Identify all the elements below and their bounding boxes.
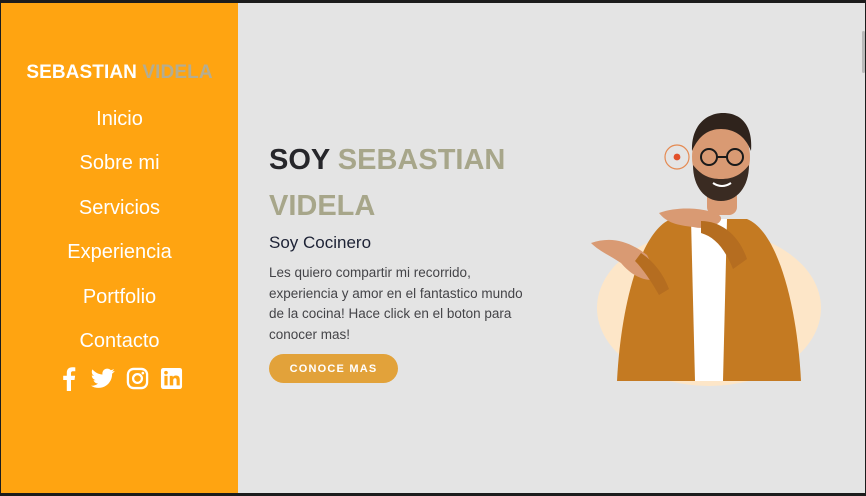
hero-description: Les quiero compartir mi recorrido, exper… (269, 265, 523, 342)
page: SEBASTIAN VIDELA Inicio Sobre mi Servici… (1, 3, 865, 493)
facebook-icon[interactable] (57, 365, 81, 391)
brand-first-name: SEBASTIAN (26, 62, 138, 83)
conoce-mas-button[interactable]: CONOCE MAS (269, 354, 398, 383)
nav-item-contacto[interactable]: Contacto (1, 323, 238, 367)
sidebar: SEBASTIAN VIDELA Inicio Sobre mi Servici… (1, 3, 238, 493)
brand-logo[interactable]: SEBASTIAN VIDELA (1, 62, 238, 84)
hero-subtitle: Soy Cocinero (269, 233, 372, 252)
instagram-icon[interactable] (125, 365, 149, 391)
hero-title: SOY SEBASTIAN VIDELA (269, 137, 559, 229)
nav-item-sobre-mi[interactable]: Sobre mi (1, 145, 238, 189)
nav-item-portfolio[interactable]: Portfolio (1, 279, 238, 323)
scrollbar-thumb[interactable] (862, 31, 865, 73)
chef-illustration (591, 113, 821, 386)
nav-item-servicios[interactable]: Servicios (1, 190, 238, 234)
twitter-icon[interactable] (91, 365, 115, 391)
brand-last-name: VIDELA (142, 62, 213, 83)
main-nav: Inicio Sobre mi Servicios Experiencia Po… (1, 101, 238, 367)
nav-item-inicio[interactable]: Inicio (1, 101, 238, 145)
hero-title-prefix: SOY (269, 144, 330, 176)
nav-item-experiencia[interactable]: Experiencia (1, 234, 238, 278)
hero-portrait (551, 103, 831, 393)
social-links (57, 365, 183, 391)
linkedin-icon[interactable] (159, 365, 183, 391)
